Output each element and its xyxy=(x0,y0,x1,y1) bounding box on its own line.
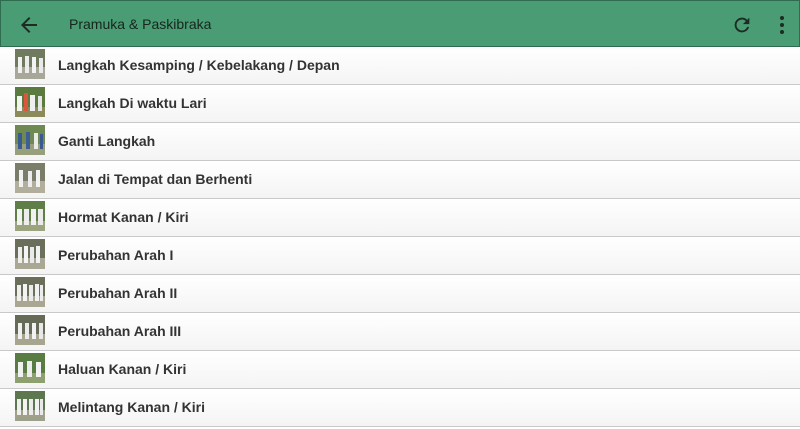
thumbnail-image xyxy=(15,163,45,193)
app-title: Pramuka & Paskibraka xyxy=(69,16,212,32)
list-item[interactable]: Jalan di Tempat dan Berhenti xyxy=(0,161,800,198)
list-item-label: Hormat Kanan / Kiri xyxy=(58,209,189,225)
list-item[interactable]: Perubahan Arah III xyxy=(0,313,800,350)
thumbnail-image xyxy=(15,315,45,345)
list-item[interactable]: Langkah Di waktu Lari xyxy=(0,85,800,122)
more-vertical-icon[interactable] xyxy=(773,14,791,36)
list-item-label: Jalan di Tempat dan Berhenti xyxy=(58,171,253,187)
app-bar: Pramuka & Paskibraka xyxy=(0,0,800,47)
thumbnail-image xyxy=(15,125,45,155)
thumbnail-image xyxy=(15,353,45,383)
thumbnail-image xyxy=(15,239,45,269)
list-item-label: Perubahan Arah II xyxy=(58,285,178,301)
list-item[interactable]: Haluan Kanan / Kiri xyxy=(0,351,800,388)
list-item-label: Perubahan Arah I xyxy=(58,247,174,263)
refresh-icon[interactable] xyxy=(731,14,753,36)
back-arrow-icon[interactable] xyxy=(17,13,41,37)
list-item-label: Ganti Langkah xyxy=(58,133,156,149)
thumbnail-image xyxy=(15,277,45,307)
list-item-label: Langkah Kesamping / Kebelakang / Depan xyxy=(58,57,340,73)
list-item[interactable]: Melintang Kanan / Kiri xyxy=(0,389,800,426)
list-item[interactable]: Ganti Langkah xyxy=(0,123,800,160)
list-item-label: Langkah Di waktu Lari xyxy=(58,95,207,111)
lesson-list: Langkah Kesamping / Kebelakang / Depan L… xyxy=(0,47,800,427)
thumbnail-image xyxy=(15,391,45,421)
list-item[interactable]: Langkah Kesamping / Kebelakang / Depan xyxy=(0,47,800,84)
thumbnail-image xyxy=(15,49,45,79)
list-item[interactable]: Hormat Kanan / Kiri xyxy=(0,199,800,236)
list-item-label: Perubahan Arah III xyxy=(58,323,182,339)
list-item-label: Melintang Kanan / Kiri xyxy=(58,399,206,415)
thumbnail-image xyxy=(15,201,45,231)
list-item[interactable]: Perubahan Arah I xyxy=(0,237,800,274)
list-item-label: Haluan Kanan / Kiri xyxy=(58,361,187,377)
thumbnail-image xyxy=(15,87,45,117)
list-item[interactable]: Perubahan Arah II xyxy=(0,275,800,312)
